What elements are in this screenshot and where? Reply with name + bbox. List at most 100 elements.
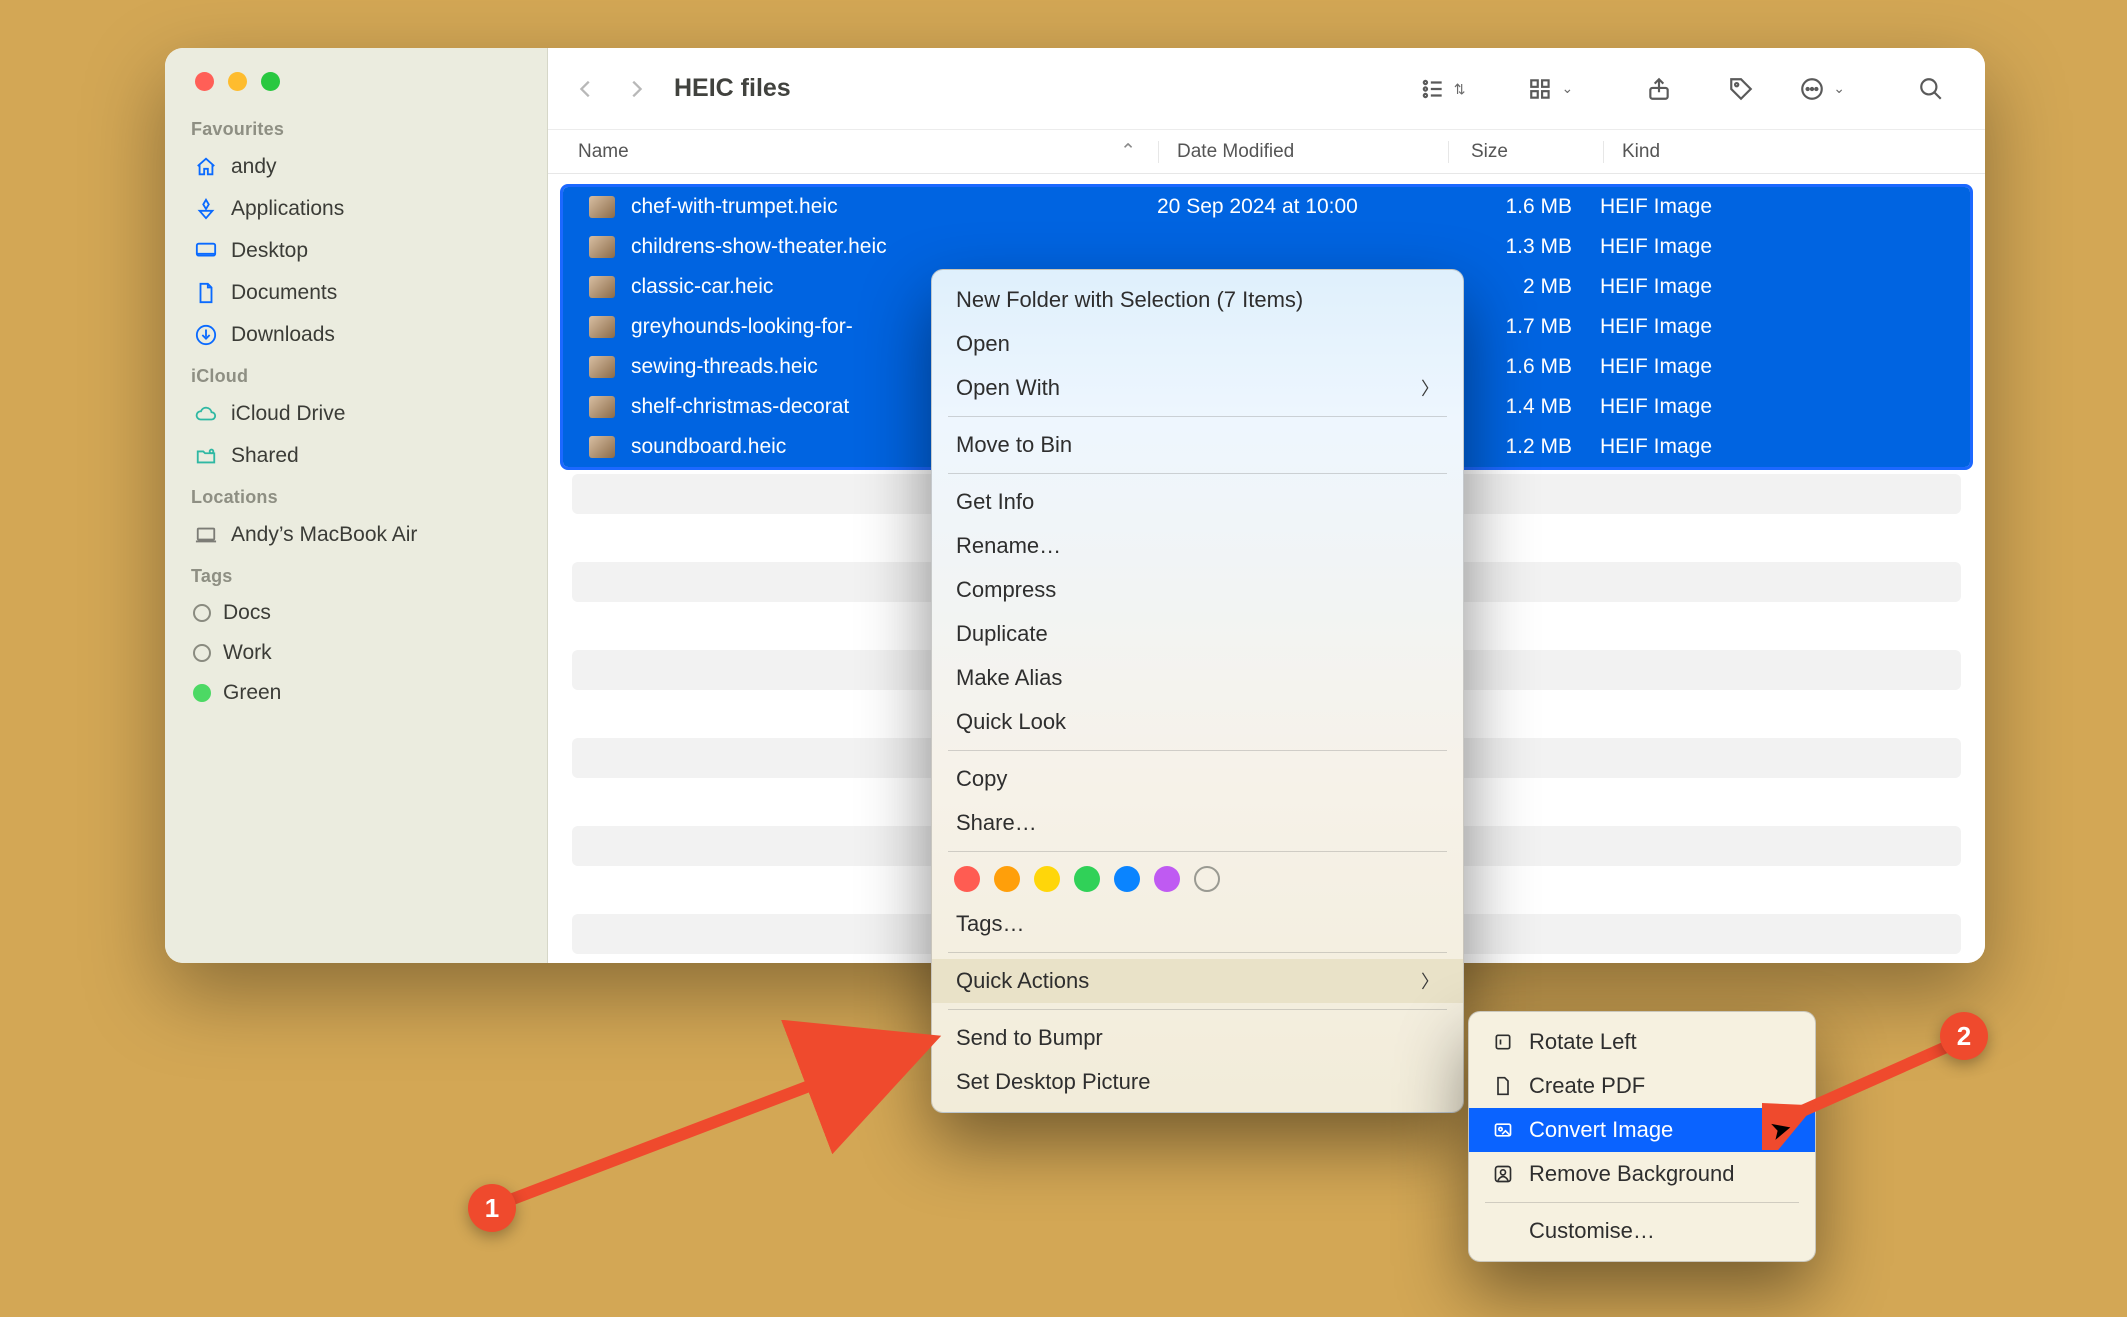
sidebar-item-documents[interactable]: Documents: [165, 272, 547, 314]
submenu-convert-image[interactable]: Convert Image: [1469, 1108, 1815, 1152]
sidebar-item-downloads[interactable]: Downloads: [165, 314, 547, 356]
tag-color-purple[interactable]: [1154, 866, 1180, 892]
quick-actions-submenu: Rotate Left Create PDF Convert Image Rem…: [1468, 1011, 1816, 1262]
column-date[interactable]: Date Modified: [1158, 141, 1448, 163]
chevron-right-icon: 〉: [1421, 375, 1439, 401]
share-button[interactable]: [1635, 76, 1683, 102]
menu-item-send-to-bumpr[interactable]: Send to Bumpr: [932, 1016, 1463, 1060]
tag-color-orange[interactable]: [994, 866, 1020, 892]
sidebar-tag-docs[interactable]: Docs: [165, 593, 547, 633]
document-icon: [193, 280, 219, 306]
sidebar-item-label: Applications: [231, 197, 344, 221]
file-row[interactable]: childrens-show-theater.heic 1.3 MB HEIF …: [563, 227, 1970, 267]
menu-label: Move to Bin: [956, 432, 1072, 458]
menu-label: Open: [956, 331, 1010, 357]
window-title: HEIC files: [674, 74, 791, 103]
menu-item-set-desktop[interactable]: Set Desktop Picture: [932, 1060, 1463, 1104]
file-thumbnail-icon: [589, 356, 615, 378]
file-date: 20 Sep 2024 at 10:00: [1149, 195, 1439, 219]
tag-color-clear[interactable]: [1194, 866, 1220, 892]
menu-item-open-with[interactable]: Open With〉: [932, 366, 1463, 410]
file-thumbnail-icon: [589, 316, 615, 338]
tag-color-yellow[interactable]: [1034, 866, 1060, 892]
file-kind: HEIF Image: [1584, 435, 1956, 459]
close-window-button[interactable]: [195, 72, 214, 91]
menu-item-new-folder[interactable]: New Folder with Selection (7 Items): [932, 278, 1463, 322]
menu-item-tags[interactable]: Tags…: [932, 902, 1463, 946]
house-icon: [193, 154, 219, 180]
maximize-window-button[interactable]: [261, 72, 280, 91]
submenu-remove-background[interactable]: Remove Background: [1469, 1152, 1815, 1196]
minimize-window-button[interactable]: [228, 72, 247, 91]
desktop-icon: [193, 238, 219, 264]
menu-item-quick-actions[interactable]: Quick Actions〉: [932, 959, 1463, 1003]
menu-item-open[interactable]: Open: [932, 322, 1463, 366]
column-kind[interactable]: Kind: [1603, 141, 1985, 163]
menu-item-make-alias[interactable]: Make Alias: [932, 656, 1463, 700]
menu-label: Get Info: [956, 489, 1034, 515]
menu-item-rename[interactable]: Rename…: [932, 524, 1463, 568]
column-name[interactable]: Name ⌃: [548, 140, 1158, 163]
cloud-icon: [193, 401, 219, 427]
menu-item-get-info[interactable]: Get Info: [932, 480, 1463, 524]
menu-item-copy[interactable]: Copy: [932, 757, 1463, 801]
sidebar-item-label: Docs: [223, 601, 271, 625]
submenu-create-pdf[interactable]: Create PDF: [1469, 1064, 1815, 1108]
file-kind: HEIF Image: [1584, 235, 1956, 259]
tag-color-blue[interactable]: [1114, 866, 1140, 892]
file-row[interactable]: chef-with-trumpet.heic 20 Sep 2024 at 10…: [563, 187, 1970, 227]
sidebar-tag-work[interactable]: Work: [165, 633, 547, 673]
file-kind: HEIF Image: [1584, 275, 1956, 299]
view-mode-button[interactable]: ⇅: [1420, 76, 1466, 102]
forward-button[interactable]: [616, 69, 656, 109]
sidebar-item-applications[interactable]: Applications: [165, 188, 547, 230]
sidebar-item-home[interactable]: andy: [165, 146, 547, 188]
menu-label: Tags…: [956, 911, 1024, 937]
menu-label: Duplicate: [956, 621, 1048, 647]
submenu-customise[interactable]: Customise…: [1469, 1209, 1815, 1253]
sidebar-section-favourites: Favourites: [165, 109, 547, 146]
tag-dot-icon: [193, 684, 211, 702]
tag-color-green[interactable]: [1074, 866, 1100, 892]
sidebar-tag-green[interactable]: Green: [165, 673, 547, 713]
menu-tag-colors: [932, 858, 1463, 902]
back-button[interactable]: [566, 69, 606, 109]
column-size[interactable]: Size: [1448, 141, 1603, 163]
menu-label: Compress: [956, 577, 1056, 603]
tags-button[interactable]: [1717, 76, 1765, 102]
tag-dot-icon: [193, 644, 211, 662]
rotate-left-icon: [1491, 1032, 1515, 1052]
tag-dot-icon: [193, 604, 211, 622]
submenu-rotate-left[interactable]: Rotate Left: [1469, 1020, 1815, 1064]
sidebar-item-icloud-drive[interactable]: iCloud Drive: [165, 393, 547, 435]
toolbar: HEIC files ⇅ ⌄ ⌄: [548, 48, 1985, 130]
tag-color-red[interactable]: [954, 866, 980, 892]
download-icon: [193, 322, 219, 348]
menu-item-compress[interactable]: Compress: [932, 568, 1463, 612]
menu-label: New Folder with Selection (7 Items): [956, 287, 1303, 313]
chevron-updown-icon: ⇅: [1454, 84, 1466, 94]
sidebar-item-shared[interactable]: Shared: [165, 435, 547, 477]
file-kind: HEIF Image: [1584, 315, 1956, 339]
more-actions-button[interactable]: ⌄: [1799, 76, 1845, 102]
group-by-button[interactable]: ⌄: [1528, 76, 1574, 102]
file-name: classic-car.heic: [631, 275, 773, 299]
menu-item-share[interactable]: Share…: [932, 801, 1463, 845]
sidebar-item-label: Green: [223, 681, 281, 705]
file-name: chef-with-trumpet.heic: [631, 195, 838, 219]
sidebar-item-macbook[interactable]: Andy’s MacBook Air: [165, 514, 547, 556]
menu-label: Send to Bumpr: [956, 1025, 1103, 1051]
menu-item-move-to-bin[interactable]: Move to Bin: [932, 423, 1463, 467]
shared-folder-icon: [193, 443, 219, 469]
sidebar-item-desktop[interactable]: Desktop: [165, 230, 547, 272]
sidebar-item-label: Work: [223, 641, 272, 665]
sidebar-section-icloud: iCloud: [165, 356, 547, 393]
search-button[interactable]: [1907, 76, 1955, 102]
file-name: soundboard.heic: [631, 435, 786, 459]
menu-label: Share…: [956, 810, 1037, 836]
sort-chevron-icon: ⌃: [1120, 140, 1136, 163]
file-name: shelf-christmas-decorat: [631, 395, 849, 419]
annotation-arrow-1: [470, 1020, 960, 1230]
menu-item-duplicate[interactable]: Duplicate: [932, 612, 1463, 656]
menu-item-quick-look[interactable]: Quick Look: [932, 700, 1463, 744]
